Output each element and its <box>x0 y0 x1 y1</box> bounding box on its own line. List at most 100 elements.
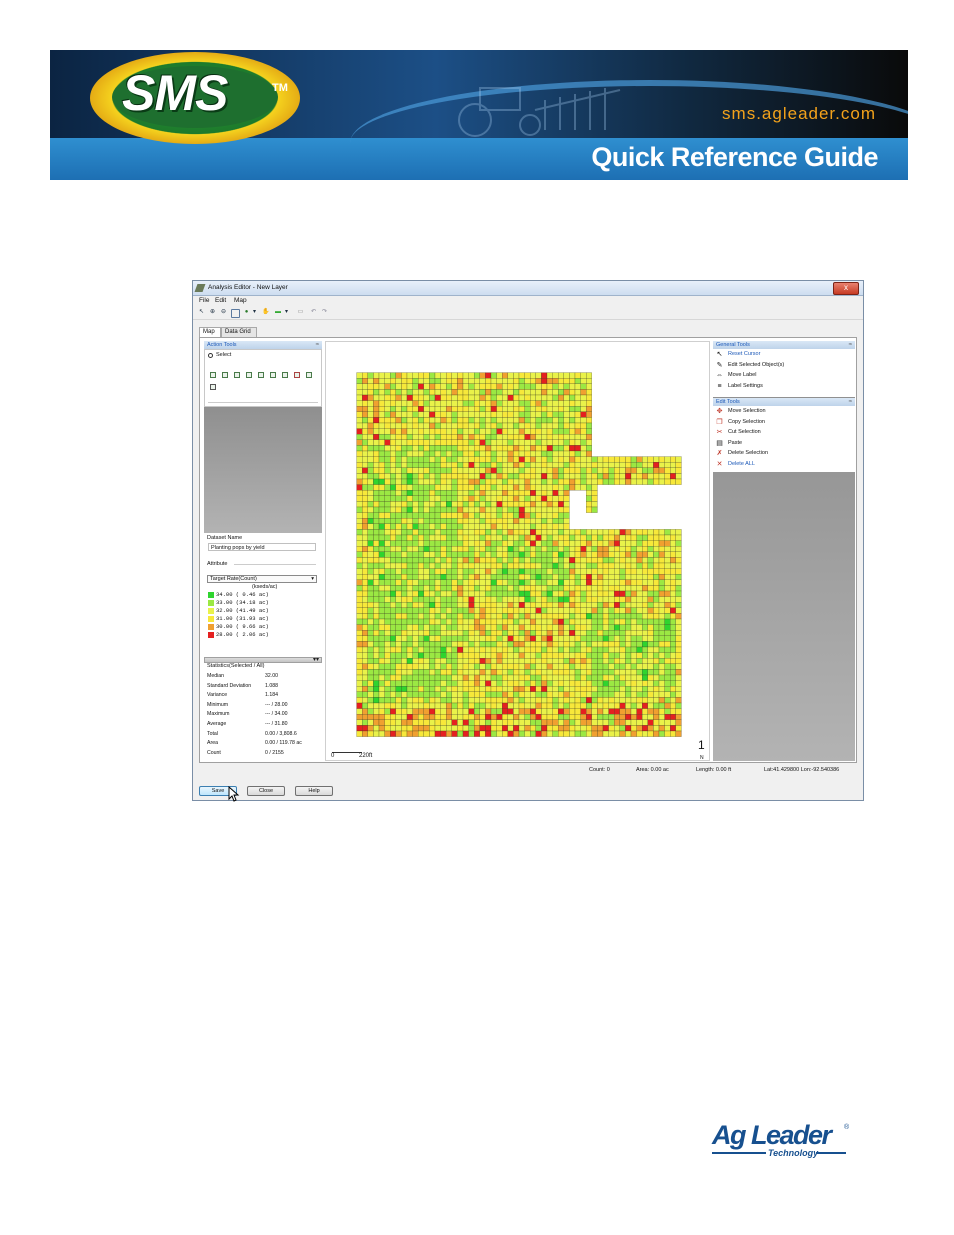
measure-dropdown-icon[interactable]: ▾ <box>283 309 290 316</box>
select-tool-2-icon[interactable] <box>222 372 228 378</box>
tool-paste[interactable]: ▤ Paste <box>713 438 855 449</box>
grid-cell <box>658 630 665 636</box>
collapse-icon[interactable]: ≈ <box>849 398 852 406</box>
grid-cell <box>524 652 531 659</box>
grid-cell <box>496 540 503 547</box>
grid-cell <box>462 725 469 732</box>
selection-image-icon[interactable] <box>210 384 216 390</box>
tab-map[interactable]: Map <box>199 327 221 337</box>
grid-cell <box>496 422 503 429</box>
grid-cell <box>406 501 413 508</box>
help-button[interactable]: Help <box>295 786 333 796</box>
select-tool-5-icon[interactable] <box>258 372 264 378</box>
grid-cell <box>434 422 441 429</box>
legend-item: 31.00 (31.93 ac) <box>207 615 317 623</box>
grid-cell <box>642 663 648 670</box>
tool-cut[interactable]: ✂ Cut Selection <box>713 427 855 438</box>
tool-edit[interactable]: ✎ Edit Selected Object(s) <box>713 360 855 371</box>
tool-cursor[interactable]: ↖ Reset Cursor <box>713 349 855 360</box>
grid-cell <box>356 607 363 614</box>
collapse-icon[interactable]: ≈ <box>316 341 319 349</box>
grid-cell <box>535 557 542 564</box>
grid-cell <box>664 478 671 485</box>
grid-cell <box>429 596 436 603</box>
close-button[interactable]: Close <box>247 786 285 796</box>
grid-cell <box>451 534 458 541</box>
grid-cell <box>530 529 536 536</box>
grid-cell <box>591 719 598 726</box>
grid-cell <box>524 708 531 715</box>
grid-cell <box>451 400 458 407</box>
grid-cell <box>390 422 396 429</box>
attribute-select[interactable]: Target Rate(Count) ▾ <box>207 575 317 583</box>
edit-tools-header[interactable]: Edit Tools ≈ <box>713 398 855 406</box>
select-tool-9-icon[interactable] <box>306 372 312 378</box>
grid-cell <box>625 658 632 664</box>
tool-move[interactable]: ✥ Move Selection <box>713 406 855 417</box>
grid-cell <box>569 411 576 418</box>
grid-cell <box>362 372 368 379</box>
undo-icon[interactable]: ↶ <box>310 309 317 316</box>
grid-cell <box>586 428 592 435</box>
action-tools-header[interactable]: Action Tools ≈ <box>204 341 322 349</box>
pointer-tool-icon[interactable]: ↖ <box>198 309 205 316</box>
grid-cell <box>530 624 536 631</box>
close-window-button[interactable]: x <box>833 282 859 295</box>
menu-edit[interactable]: Edit <box>215 297 226 304</box>
redo-icon[interactable]: ↷ <box>321 309 328 316</box>
grid-cell <box>530 394 536 401</box>
double-chevron-down-icon[interactable]: ▾▾ <box>313 656 319 663</box>
grid-cell <box>356 641 363 648</box>
grid-cell <box>367 630 374 636</box>
grid-cell <box>474 495 480 502</box>
grid-cell <box>507 456 514 463</box>
select-tool-6-icon[interactable] <box>270 372 276 378</box>
grid-cell <box>412 422 419 429</box>
zoom-out-icon[interactable]: ⊖ <box>220 309 227 316</box>
select-tool-8-icon[interactable] <box>294 372 300 378</box>
zoom-in-icon[interactable]: ⊕ <box>209 309 216 316</box>
grid-cell <box>446 439 452 446</box>
grid-cell <box>496 400 503 407</box>
grid-cell <box>356 434 363 440</box>
grid-cell <box>367 540 374 547</box>
menu-map[interactable]: Map <box>234 297 247 304</box>
tool-delete-selection[interactable]: ✗ Delete Selection <box>713 448 855 459</box>
collapse-icon[interactable]: ≈ <box>849 341 852 349</box>
grid-cell <box>580 658 587 664</box>
grid-cell <box>602 574 609 580</box>
dataset-name-field[interactable]: Planting pops by yield <box>208 543 316 551</box>
dropdown-arrow-icon[interactable]: ▾ <box>251 309 258 316</box>
grid-cell <box>440 450 447 457</box>
general-tools-header[interactable]: General Tools ≈ <box>713 341 855 349</box>
tool-label-settings[interactable]: ≡ Label Settings <box>713 381 855 392</box>
select-tool-3-icon[interactable] <box>234 372 240 378</box>
yield-grid-map[interactable] <box>326 342 709 760</box>
grid-cell <box>429 473 436 480</box>
tool-copy[interactable]: ❐ Copy Selection <box>713 417 855 428</box>
grid-cell <box>619 730 626 737</box>
menu-file[interactable]: File <box>199 297 209 304</box>
tab-data-grid[interactable]: Data Grid <box>221 327 257 337</box>
tool-delete-all[interactable]: ✕ Delete ALL <box>713 459 855 470</box>
grid-cell <box>670 658 676 664</box>
zoom-extents-icon[interactable] <box>231 309 240 318</box>
map-view[interactable]: 0 220ft 1 N <box>325 341 710 761</box>
grid-cell <box>356 562 363 569</box>
tool-move-label[interactable]: ⇔ Move Label <box>713 370 855 381</box>
grid-cell <box>406 652 413 659</box>
measure-icon[interactable]: ▬ <box>273 309 283 316</box>
globe-icon[interactable]: ● <box>243 309 250 316</box>
select-tool-4-icon[interactable] <box>246 372 252 378</box>
select-radio[interactable] <box>208 353 213 358</box>
grid-cell <box>664 697 671 704</box>
grid-cell <box>541 462 548 468</box>
select-tool-1-icon[interactable] <box>210 372 216 378</box>
grid-cell <box>378 730 385 737</box>
pan-hand-icon[interactable]: ✋ <box>262 309 269 316</box>
select-tool-7-icon[interactable] <box>282 372 288 378</box>
grid-cell <box>513 562 520 569</box>
print-icon[interactable]: ▭ <box>297 309 304 316</box>
delete-selection-icon: ✗ <box>716 450 723 457</box>
grid-cell <box>423 708 430 715</box>
